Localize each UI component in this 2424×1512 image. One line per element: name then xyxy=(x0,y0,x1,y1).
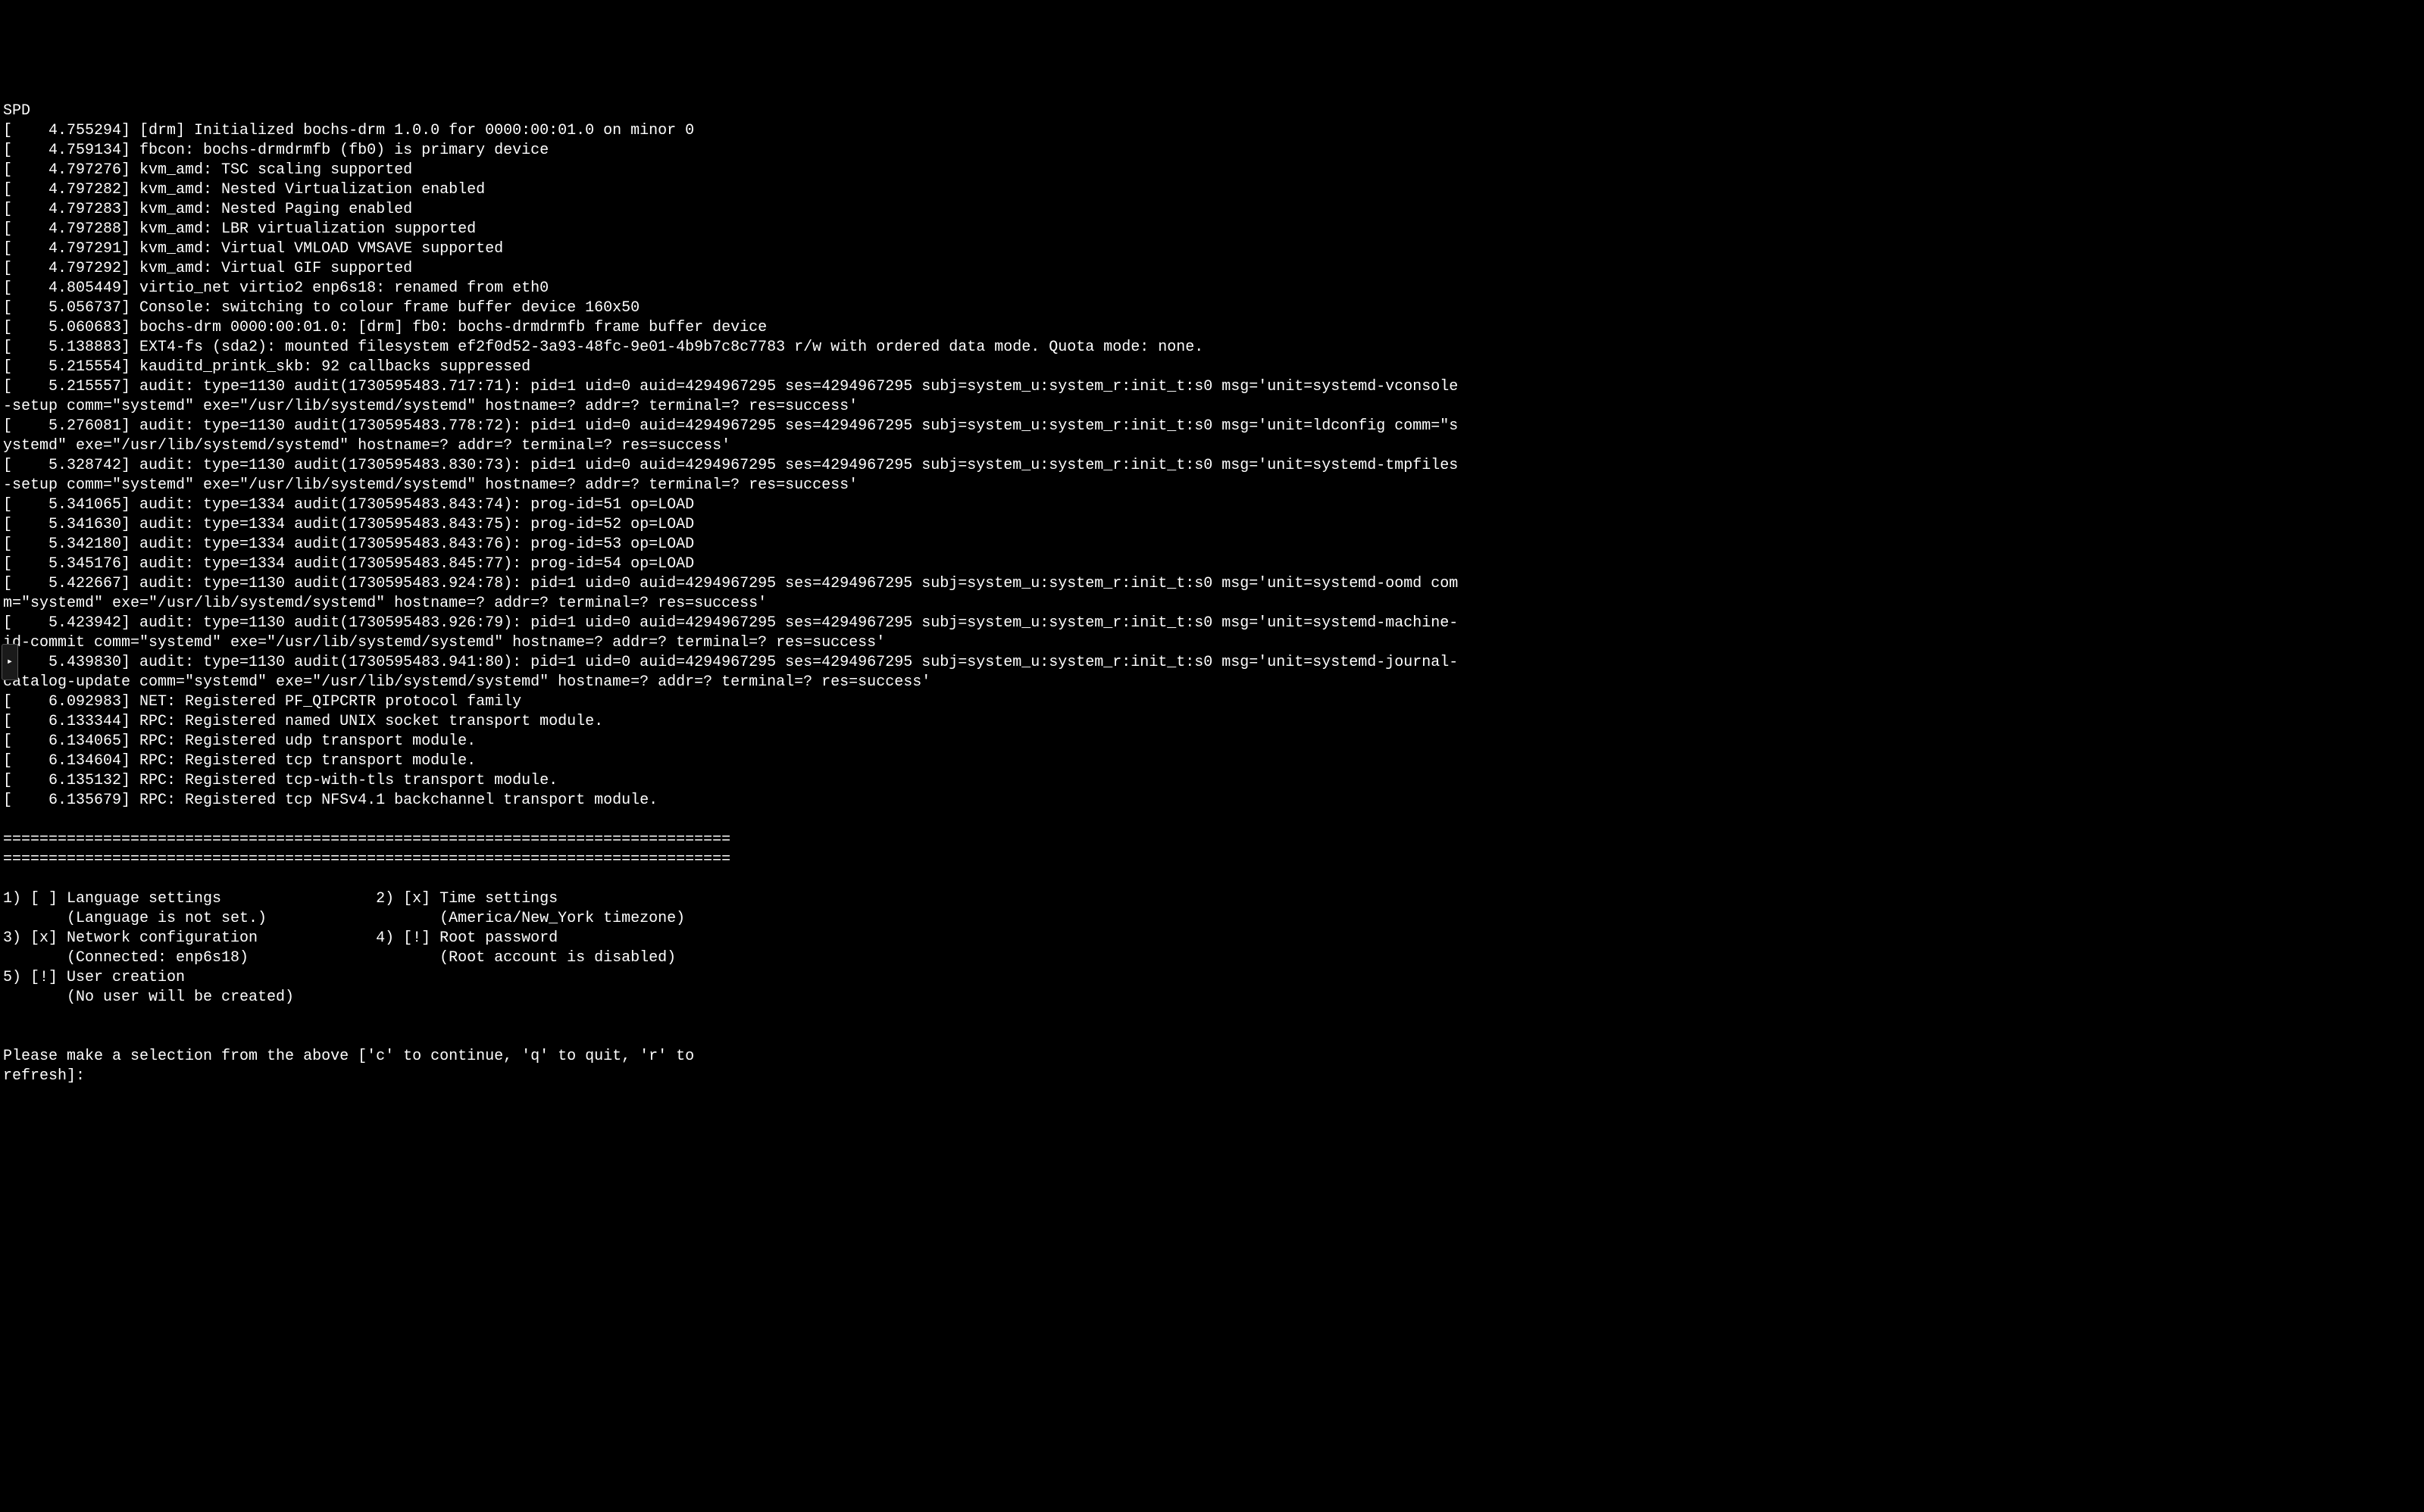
menu-row-3-detail: (Connected: enp6s18) (Root account is di… xyxy=(3,949,676,967)
menu-row-1[interactable]: 1) [ ] Language settings 2) [x] Time set… xyxy=(3,890,558,908)
prompt-line-2[interactable]: refresh]: xyxy=(3,1067,94,1085)
prompt-line-1: Please make a selection from the above [… xyxy=(3,1048,694,1065)
chevron-right-icon: ▸ xyxy=(7,655,13,669)
separator-line-1: ========================================… xyxy=(3,831,730,848)
terminal-output[interactable]: SPD [ 4.755294] [drm] Initialized bochs-… xyxy=(0,79,2424,1086)
menu-row-3[interactable]: 3) [x] Network configuration 4) [!] Root… xyxy=(3,929,558,947)
menu-row-5[interactable]: 5) [!] User creation xyxy=(3,969,185,986)
menu-row-1-detail: (Language is not set.) (America/New_York… xyxy=(3,910,685,927)
menu-row-5-detail: (No user will be created) xyxy=(3,989,294,1006)
side-panel-toggle[interactable]: ▸ xyxy=(2,644,18,680)
separator-line-2: ========================================… xyxy=(3,851,730,868)
header-line: SPD xyxy=(3,102,30,120)
dmesg-block: [ 4.755294] [drm] Initialized bochs-drm … xyxy=(3,121,2424,811)
